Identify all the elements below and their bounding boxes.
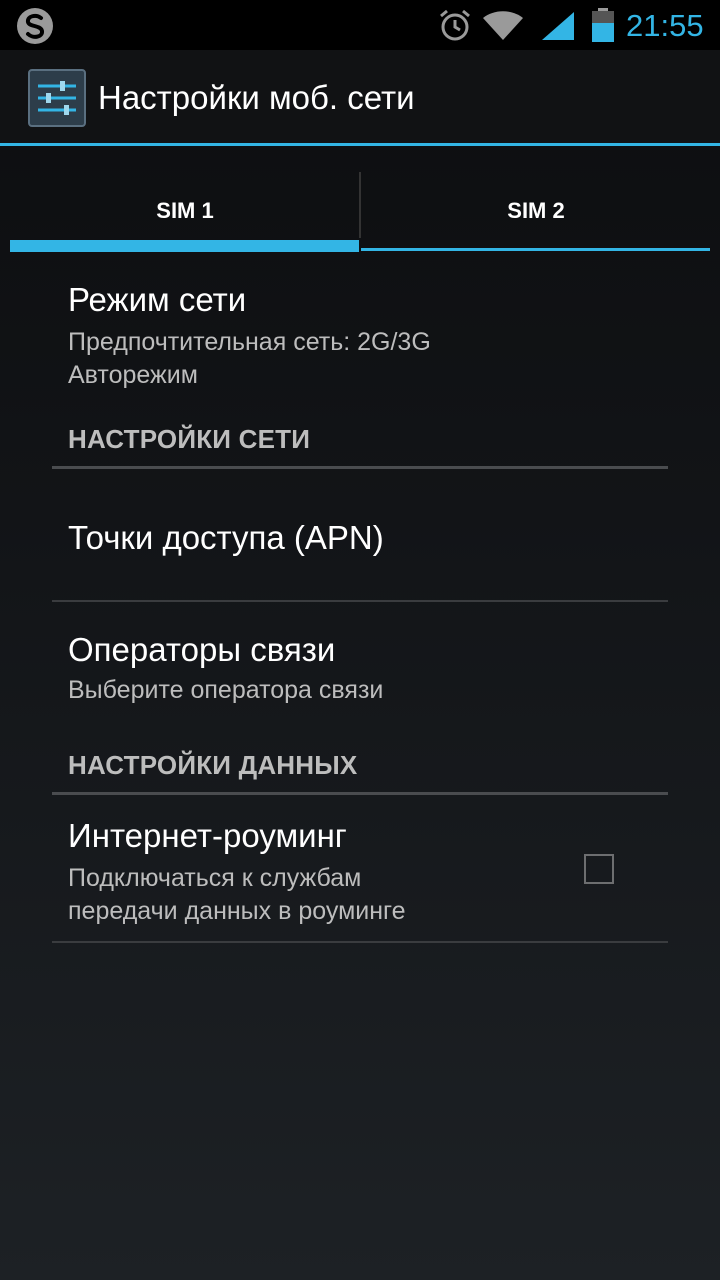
list-divider	[52, 600, 668, 602]
network-mode-summary-line1: Предпочтительная сеть: 2G/3G	[68, 328, 431, 356]
apn-item[interactable]: Точки доступа (APN)	[68, 518, 668, 558]
wifi-icon	[483, 11, 523, 40]
operators-title: Операторы связи	[68, 631, 336, 668]
network-mode-item[interactable]: Режим сети Предпочтительная сеть: 2G/3G …	[68, 280, 668, 392]
data-roaming-title: Интернет-роуминг	[68, 817, 347, 854]
page-title: Настройки моб. сети	[98, 79, 415, 116]
network-mode-summary-line2: Авторежим	[68, 361, 198, 389]
category-network-settings: НАСТРОЙКИ СЕТИ	[68, 424, 311, 454]
action-bar: Настройки моб. сети	[0, 50, 720, 144]
tab-sim-2-indicator	[361, 248, 710, 251]
data-roaming-summary-line1: Подключаться к службам	[68, 864, 362, 892]
apn-title: Точки доступа (APN)	[68, 519, 384, 556]
action-bar-underline	[0, 143, 720, 146]
clock: 21:55	[626, 8, 704, 43]
category-divider	[52, 466, 668, 469]
s-logo-icon	[17, 8, 53, 44]
sim-tabs: SIM 1 SIM 2	[0, 170, 720, 254]
data-roaming-checkbox[interactable]	[584, 854, 614, 884]
status-bar: 21:55	[0, 0, 720, 50]
data-roaming-summary-line2: передачи данных в роуминге	[68, 897, 406, 925]
alarm-icon	[440, 9, 470, 41]
battery-icon	[592, 8, 614, 42]
operators-item[interactable]: Операторы связи Выберите оператора связи	[68, 630, 668, 707]
category-data-settings: НАСТРОЙКИ ДАННЫХ	[68, 750, 358, 780]
signal-icon	[542, 12, 574, 40]
tab-sim-1-indicator	[10, 240, 359, 252]
category-divider	[52, 792, 668, 795]
tab-sim-2[interactable]: SIM 2	[361, 170, 711, 252]
operators-summary: Выберите оператора связи	[68, 676, 384, 704]
network-mode-title: Режим сети	[68, 281, 247, 318]
settings-sliders-icon[interactable]	[28, 69, 86, 127]
data-roaming-item[interactable]: Интернет-роуминг Подключаться к службам …	[68, 816, 668, 928]
list-divider	[52, 941, 668, 943]
